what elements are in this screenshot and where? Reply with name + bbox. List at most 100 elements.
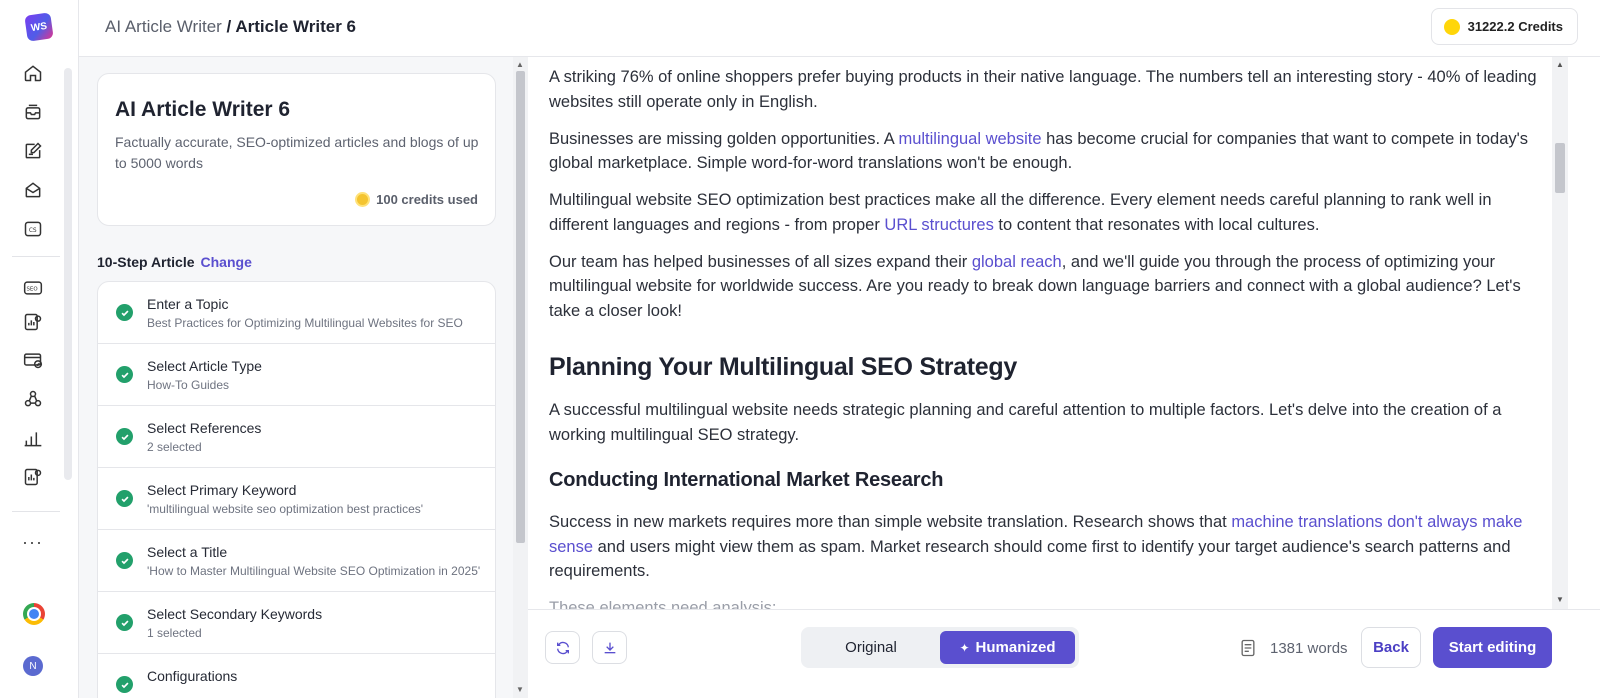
step-item[interactable]: Select Secondary Keywords 1 selected <box>98 592 495 654</box>
article-paragraph: A successful multilingual website needs … <box>549 401 1502 444</box>
step-item[interactable]: Select Primary Keyword 'multilingual webs… <box>98 468 495 530</box>
check-icon <box>116 304 133 321</box>
step-item[interactable]: Select Article Type How-To Guides <box>98 344 495 406</box>
toggle-humanized-label: Humanized <box>975 639 1056 656</box>
bar-chart-icon[interactable] <box>22 428 44 450</box>
step-item[interactable]: Select a Title 'How to Master Multilingua… <box>98 530 495 592</box>
article-paragraph: Businesses are missing golden opportunit… <box>549 129 1529 173</box>
card-check-icon[interactable] <box>22 349 44 371</box>
step-title: Select Secondary Keywords <box>147 606 323 622</box>
more-icon[interactable]: ··· <box>22 532 43 553</box>
svg-text:CS: CS <box>29 228 37 234</box>
article-paragraph: These elements need analysis: <box>549 599 777 609</box>
cs-icon[interactable]: CS <box>22 218 44 240</box>
download-icon <box>604 642 615 653</box>
scroll-down-icon[interactable]: ▼ <box>516 685 524 694</box>
tool-description: Factually accurate, SEO-optimized articl… <box>115 134 479 171</box>
network-icon[interactable] <box>22 388 44 410</box>
toggle-humanized[interactable]: ✦ Humanized <box>940 631 1075 664</box>
word-count-label: 1381 words <box>1270 639 1348 657</box>
tool-card: AI Article Writer 6 Factually accurate, … <box>97 73 496 226</box>
breadcrumb-parent[interactable]: AI Article Writer <box>105 17 222 36</box>
article-scrollbar[interactable]: ▲ ▼ <box>1552 57 1568 609</box>
app-logo[interactable]: WS <box>24 12 54 42</box>
article-paragraph: Multilingual website SEO optimization be… <box>549 191 1492 234</box>
article-scroll-thumb[interactable] <box>1555 143 1565 193</box>
download-button[interactable] <box>592 631 627 664</box>
seo-icon[interactable]: SEO <box>22 277 44 299</box>
toggle-original[interactable]: Original <box>805 631 937 664</box>
left-panel-scrollbar[interactable]: ▲ ▼ <box>513 57 528 698</box>
chrome-icon[interactable] <box>23 603 45 625</box>
article-heading-h3: Conducting International Market Research <box>549 469 944 491</box>
change-link[interactable]: Change <box>201 254 252 270</box>
article-paragraph: Our team has helped businesses of all si… <box>549 252 1521 320</box>
bottom-toolbar: Original ✦ Humanized 1381 words Back Sta… <box>528 609 1600 698</box>
check-icon <box>116 676 133 693</box>
step-subtitle: 'How to Master Multilingual Website SEO … <box>147 564 481 578</box>
step-title: Select References <box>147 420 262 436</box>
check-icon <box>116 552 133 569</box>
inbox-icon[interactable] <box>22 101 44 123</box>
top-header: AI Article Writer / Article Writer 6 312… <box>79 0 1600 57</box>
regenerate-button[interactable] <box>545 631 580 664</box>
coin-icon <box>355 192 371 207</box>
article-paragraph: Success in new markets requires more tha… <box>549 513 1523 580</box>
credits-value: 31222.2 Credits <box>1467 19 1563 34</box>
step-subtitle: 'multilingual website seo optimization b… <box>147 502 424 516</box>
step-title: Configurations <box>147 668 238 684</box>
analytics-doc-icon[interactable] <box>22 311 44 333</box>
document-icon <box>1241 639 1255 657</box>
step-item[interactable]: Select References 2 selected <box>98 406 495 468</box>
avatar[interactable]: N <box>23 656 43 676</box>
rail-separator <box>12 256 60 257</box>
mail-tray-icon[interactable] <box>22 179 44 201</box>
back-button[interactable]: Back <box>1361 627 1421 668</box>
icon-rail: WS CS SEO ··· N <box>0 0 79 698</box>
breadcrumb-separator: / <box>221 17 236 36</box>
start-editing-button[interactable]: Start editing <box>1433 627 1552 668</box>
refresh-icon <box>556 641 569 654</box>
step-subtitle: Best Practices for Optimizing Multilingu… <box>147 316 463 330</box>
step-title: Select Primary Keyword <box>147 482 297 498</box>
article-heading-h2: Planning Your Multilingual SEO Strategy <box>549 353 1017 381</box>
credits-used-label: 100 credits used <box>376 192 478 207</box>
check-icon <box>116 614 133 631</box>
rail-separator <box>12 511 60 512</box>
home-icon[interactable] <box>22 62 44 84</box>
svg-text:SEO: SEO <box>27 287 38 293</box>
report-icon[interactable] <box>22 466 44 488</box>
scroll-down-icon[interactable]: ▼ <box>1556 595 1564 604</box>
check-icon <box>116 428 133 445</box>
tool-title: AI Article Writer 6 <box>115 98 291 121</box>
scroll-up-icon[interactable]: ▲ <box>1556 60 1564 69</box>
step-item[interactable]: Configurations <box>98 654 495 698</box>
step-subtitle: 2 selected <box>147 440 202 454</box>
steps-list: Enter a Topic Best Practices for Optimizi… <box>97 281 496 698</box>
left-scroll-thumb[interactable] <box>516 71 525 543</box>
steps-header: 10-Step Article Change <box>97 254 252 270</box>
check-icon <box>116 490 133 507</box>
article-link[interactable]: URL structures <box>884 216 993 234</box>
step-title: Select a Title <box>147 544 228 560</box>
word-count: 1381 words <box>1238 638 1348 658</box>
step-title: Select Article Type <box>147 358 262 374</box>
article-content: A striking 76% of online shoppers prefer… <box>528 57 1552 609</box>
step-subtitle: 1 selected <box>147 626 202 640</box>
check-icon <box>116 366 133 383</box>
coin-icon <box>1443 18 1460 35</box>
step-subtitle: How-To Guides <box>147 378 230 392</box>
article-paragraph: A striking 76% of online shoppers prefer… <box>549 68 1537 111</box>
scroll-up-icon[interactable]: ▲ <box>516 60 524 69</box>
article-link[interactable]: global reach <box>972 253 1062 271</box>
version-toggle: Original ✦ Humanized <box>801 627 1079 668</box>
step-item[interactable]: Enter a Topic Best Practices for Optimizi… <box>98 282 495 344</box>
edit-note-icon[interactable] <box>22 140 44 162</box>
breadcrumb-current: Article Writer 6 <box>235 17 356 36</box>
breadcrumb: AI Article Writer / Article Writer 6 <box>105 17 356 37</box>
rail-scrollbar[interactable] <box>64 68 72 480</box>
article-link[interactable]: multilingual website <box>898 130 1041 148</box>
credits-badge[interactable]: 31222.2 Credits <box>1430 8 1578 45</box>
step-title: Enter a Topic <box>147 296 229 312</box>
credits-used: 100 credits used <box>355 192 478 207</box>
